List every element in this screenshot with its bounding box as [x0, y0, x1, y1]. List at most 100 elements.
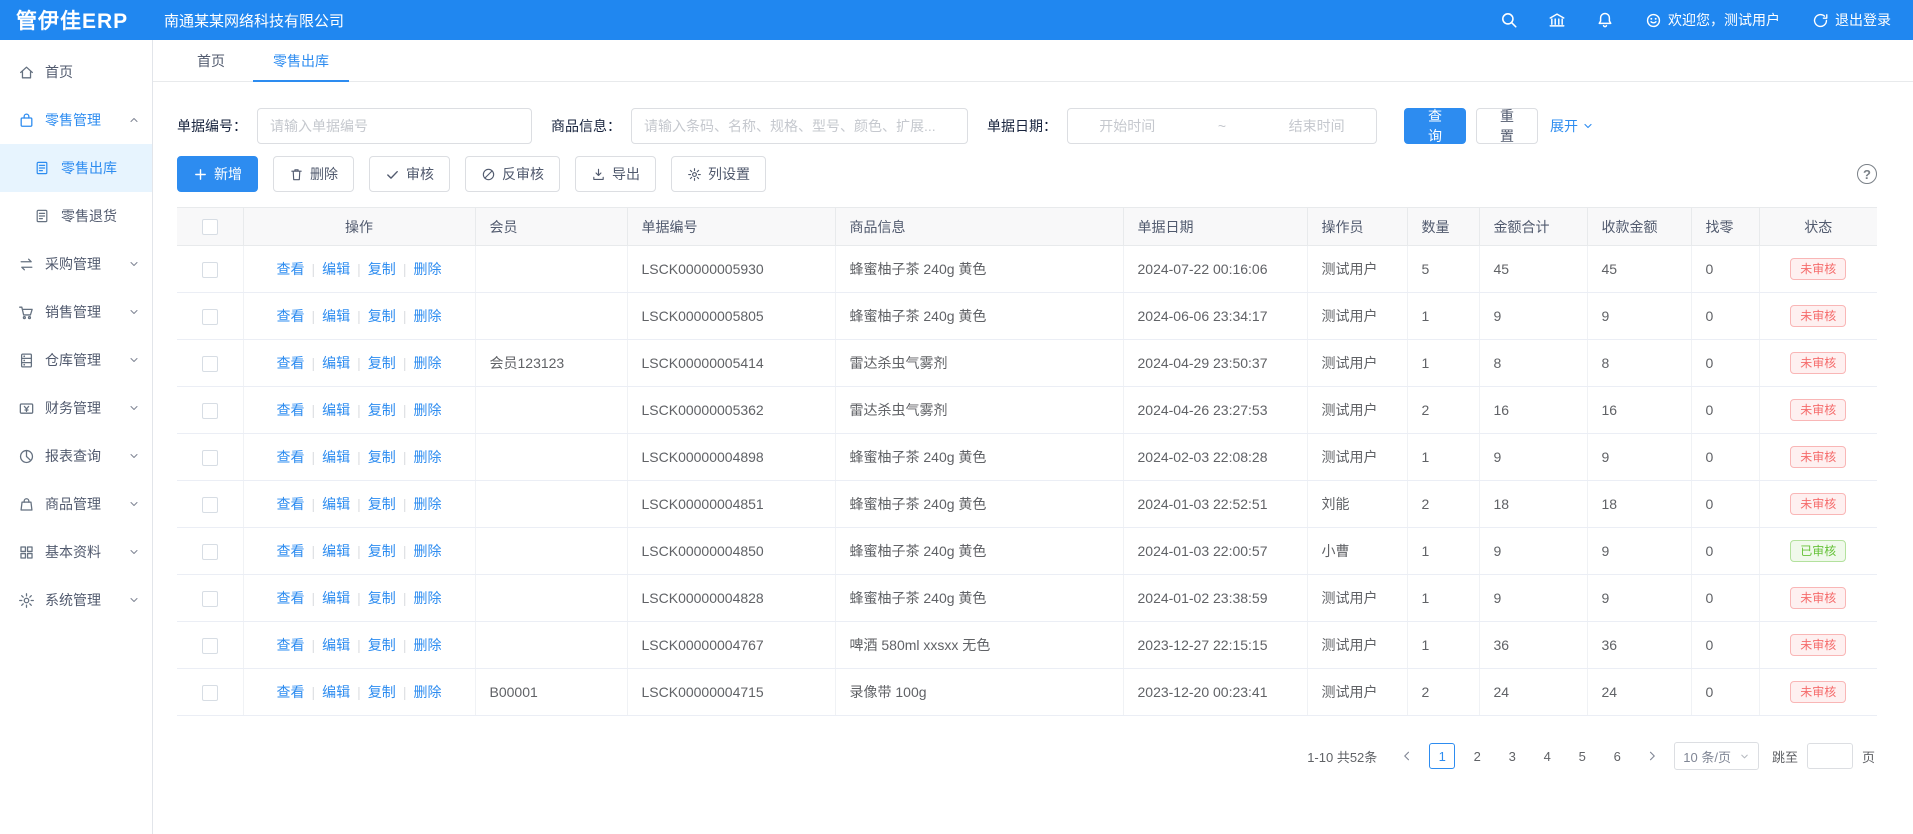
copy-link[interactable]: 复制: [368, 261, 396, 277]
prev-page-button[interactable]: [1394, 743, 1420, 769]
view-link[interactable]: 查看: [277, 355, 305, 371]
copy-link[interactable]: 复制: [368, 402, 396, 418]
delete-link[interactable]: 删除: [413, 684, 441, 700]
copy-link[interactable]: 复制: [368, 637, 396, 653]
delete-link[interactable]: 删除: [413, 543, 441, 559]
row-checkbox[interactable]: [202, 685, 218, 701]
row-checkbox[interactable]: [202, 309, 218, 325]
next-page-button[interactable]: [1639, 743, 1665, 769]
order-no-input[interactable]: [257, 108, 532, 144]
export-button[interactable]: 导出: [575, 156, 656, 192]
audit-button[interactable]: 审核: [369, 156, 450, 192]
search-icon[interactable]: [1499, 10, 1519, 30]
delete-button[interactable]: 删除: [273, 156, 354, 192]
edit-link[interactable]: 编辑: [322, 308, 350, 324]
view-link[interactable]: 查看: [277, 637, 305, 653]
product-info-input[interactable]: [631, 108, 968, 144]
view-link[interactable]: 查看: [277, 449, 305, 465]
row-checkbox[interactable]: [202, 356, 218, 372]
row-checkbox[interactable]: [202, 403, 218, 419]
edit-link[interactable]: 编辑: [322, 355, 350, 371]
delete-link[interactable]: 删除: [413, 308, 441, 324]
tab-home[interactable]: 首页: [173, 40, 249, 81]
sidebar-item-retail-mgmt[interactable]: 零售管理: [0, 96, 152, 144]
select-all-checkbox[interactable]: [202, 219, 218, 235]
sidebar-item-basic-data[interactable]: 基本资料: [0, 528, 152, 576]
copy-link[interactable]: 复制: [368, 496, 396, 512]
edit-link[interactable]: 编辑: [322, 543, 350, 559]
view-link[interactable]: 查看: [277, 308, 305, 324]
page-button-2[interactable]: 2: [1464, 743, 1490, 769]
date-range-picker[interactable]: 开始时间 ~ 结束时间: [1067, 108, 1377, 144]
row-checkbox[interactable]: [202, 262, 218, 278]
delete-link[interactable]: 删除: [413, 496, 441, 512]
expand-link[interactable]: 展开: [1550, 116, 1594, 136]
row-checkbox[interactable]: [202, 497, 218, 513]
qty-cell: 5: [1407, 246, 1479, 293]
sidebar-item-sales-mgmt[interactable]: 销售管理: [0, 288, 152, 336]
sidebar-item-home[interactable]: 首页: [0, 48, 152, 96]
view-link[interactable]: 查看: [277, 496, 305, 512]
page-button-4[interactable]: 4: [1534, 743, 1560, 769]
delete-link[interactable]: 删除: [413, 449, 441, 465]
delete-link[interactable]: 删除: [413, 402, 441, 418]
sidebar-item-goods-mgmt[interactable]: 商品管理: [0, 480, 152, 528]
page-button-5[interactable]: 5: [1569, 743, 1595, 769]
sidebar-item-purchase-mgmt[interactable]: 采购管理: [0, 240, 152, 288]
edit-link[interactable]: 编辑: [322, 402, 350, 418]
sidebar-item-finance-mgmt[interactable]: 财务管理: [0, 384, 152, 432]
view-link[interactable]: 查看: [277, 590, 305, 606]
received-cell: 9: [1587, 528, 1691, 575]
view-link[interactable]: 查看: [277, 261, 305, 277]
help-icon[interactable]: ?: [1857, 164, 1877, 184]
col-header-product: 商品信息: [835, 208, 1123, 246]
copy-link[interactable]: 复制: [368, 308, 396, 324]
add-button[interactable]: 新增: [177, 156, 258, 192]
view-link[interactable]: 查看: [277, 543, 305, 559]
row-checkbox[interactable]: [202, 450, 218, 466]
unaudit-button[interactable]: 反审核: [465, 156, 560, 192]
page-button-3[interactable]: 3: [1499, 743, 1525, 769]
edit-link[interactable]: 编辑: [322, 590, 350, 606]
edit-link[interactable]: 编辑: [322, 496, 350, 512]
warehouse-icon: [18, 352, 35, 369]
edit-link[interactable]: 编辑: [322, 449, 350, 465]
reset-button[interactable]: 重 置: [1476, 108, 1538, 144]
view-link[interactable]: 查看: [277, 402, 305, 418]
copy-link[interactable]: 复制: [368, 449, 396, 465]
sidebar-item-report-query[interactable]: 报表查询: [0, 432, 152, 480]
sidebar-item-system-mgmt[interactable]: 系统管理: [0, 576, 152, 624]
edit-link[interactable]: 编辑: [322, 261, 350, 277]
edit-link[interactable]: 编辑: [322, 637, 350, 653]
view-link[interactable]: 查看: [277, 684, 305, 700]
sidebar-item-retail-outbound[interactable]: 零售出库: [0, 144, 152, 192]
delete-link[interactable]: 删除: [413, 261, 441, 277]
sidebar-item-retail-return[interactable]: 零售退货: [0, 192, 152, 240]
page-button-6[interactable]: 6: [1604, 743, 1630, 769]
copy-link[interactable]: 复制: [368, 543, 396, 559]
status-badge: 未审核: [1790, 305, 1846, 327]
page-button-1[interactable]: 1: [1429, 743, 1455, 769]
edit-link[interactable]: 编辑: [322, 684, 350, 700]
delete-link[interactable]: 删除: [413, 590, 441, 606]
column-settings-button[interactable]: 列设置: [671, 156, 766, 192]
row-checkbox[interactable]: [202, 544, 218, 560]
delete-link[interactable]: 删除: [413, 355, 441, 371]
user-welcome[interactable]: 欢迎您，测试用户: [1645, 10, 1780, 30]
sidebar-item-warehouse-mgmt[interactable]: 仓库管理: [0, 336, 152, 384]
col-header-status: 状态: [1759, 208, 1877, 246]
notification-bell-icon[interactable]: [1595, 10, 1615, 30]
search-button[interactable]: 查 询: [1404, 108, 1466, 144]
row-checkbox[interactable]: [202, 638, 218, 654]
status-badge: 未审核: [1790, 258, 1846, 280]
tab-retail-outbound[interactable]: 零售出库: [249, 40, 353, 81]
delete-link[interactable]: 删除: [413, 637, 441, 653]
jump-page-input[interactable]: [1807, 743, 1853, 769]
bank-icon[interactable]: [1547, 10, 1567, 30]
page-size-select[interactable]: 10 条/页: [1674, 742, 1759, 770]
row-checkbox[interactable]: [202, 591, 218, 607]
copy-link[interactable]: 复制: [368, 355, 396, 371]
copy-link[interactable]: 复制: [368, 590, 396, 606]
logout-button[interactable]: 退出登录: [1812, 10, 1891, 30]
copy-link[interactable]: 复制: [368, 684, 396, 700]
